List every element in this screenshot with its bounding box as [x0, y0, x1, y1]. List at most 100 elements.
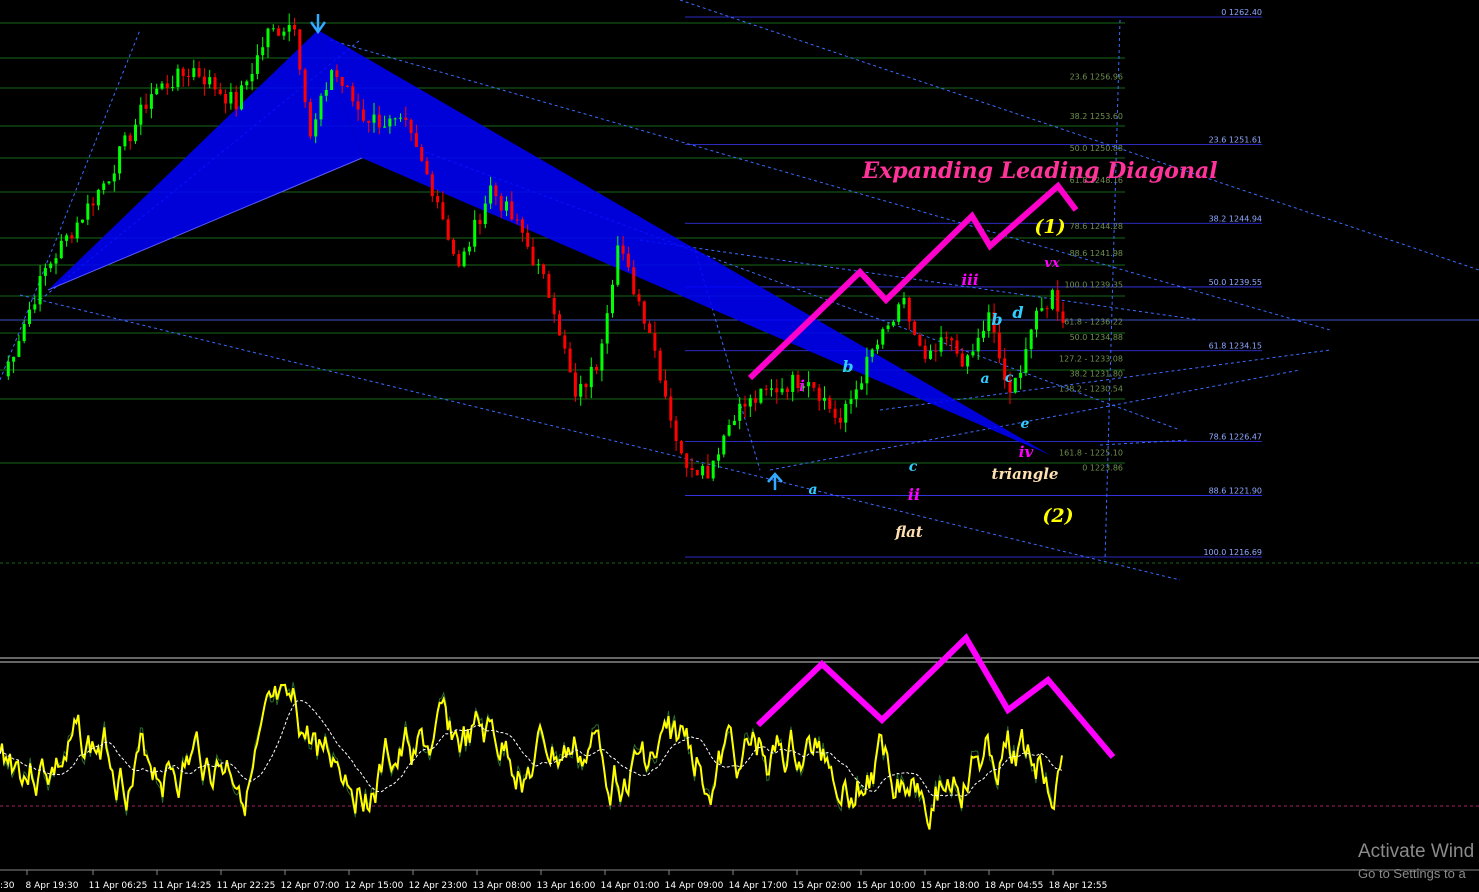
wave-label: c — [909, 459, 918, 475]
candle-body — [976, 337, 980, 352]
candle-body — [441, 202, 445, 220]
candle-body — [934, 350, 938, 352]
x-tick-label: 18 Apr 12:55 — [1049, 881, 1108, 891]
candle-body — [102, 183, 106, 190]
candle-body — [732, 420, 736, 426]
candle-body — [123, 135, 127, 147]
candle-body — [367, 120, 371, 123]
fib-level-label: 23.6 1256.96 — [1070, 72, 1123, 81]
candle-body — [1035, 310, 1038, 330]
fib-level-label: 78.6 1244.28 — [1070, 222, 1123, 231]
candle-body — [690, 468, 694, 470]
candle-body — [929, 350, 932, 359]
x-tick-label: 13 Apr 16:00 — [537, 881, 596, 891]
candle-body — [351, 86, 355, 102]
candle-body — [902, 297, 906, 305]
fib-level-label: 88.6 1241.98 — [1070, 249, 1123, 258]
candle-body — [542, 264, 546, 275]
candle-body — [218, 89, 222, 94]
candle-body — [250, 73, 254, 82]
fib-level-label: 0 1223.86 — [1082, 463, 1123, 472]
candle-body — [748, 398, 752, 407]
candle-body — [727, 425, 731, 436]
candle-body — [558, 314, 561, 336]
candle-body — [812, 382, 816, 388]
candle-body — [616, 245, 620, 285]
candle-body — [1024, 349, 1028, 373]
candle-body — [452, 239, 455, 255]
candle-body — [171, 87, 175, 89]
activate-windows-subtitle: Go to Settings to a — [1358, 866, 1466, 881]
candle-body — [552, 297, 556, 315]
wave-label: a — [980, 371, 989, 387]
fib-level-label: 50.0 1239.55 — [1209, 278, 1262, 287]
candle-body — [33, 304, 37, 310]
candle-body — [833, 408, 837, 418]
candle-body — [1013, 377, 1017, 393]
harmonic-pattern-xa — [48, 30, 362, 290]
candle-body — [356, 101, 360, 110]
candle-body — [377, 114, 381, 128]
candle-body — [330, 70, 334, 91]
candle-body — [589, 366, 593, 388]
wave-label: b — [842, 357, 853, 376]
candles — [6, 13, 1065, 482]
candle-body — [648, 323, 652, 334]
chart-window[interactable]: 0 1262.40 23.6 1251.61 38.2 1244.94 50.0 12… — [0, 0, 1479, 892]
trend-channel-line — [0, 29, 141, 381]
trend-channel-line — [1099, 439, 1191, 446]
candle-body — [520, 219, 524, 233]
candle-body — [430, 174, 434, 197]
candle-body — [197, 68, 201, 77]
harmonic-pattern-bc — [318, 30, 1050, 455]
wave-label: d — [1012, 303, 1023, 322]
x-tick-label: :30 — [0, 881, 15, 891]
candle-body — [944, 337, 948, 339]
candle-body — [584, 383, 588, 388]
fib-level-label: 100.0 1239.35 — [1064, 280, 1123, 289]
candle-body — [664, 380, 667, 397]
candle-body — [955, 340, 959, 354]
candle-body — [22, 324, 26, 342]
candle-body — [388, 118, 392, 127]
candle-body — [881, 329, 885, 345]
candle-body — [187, 75, 190, 77]
candle-body — [404, 117, 408, 120]
candle-body — [499, 196, 503, 211]
candle-body — [277, 28, 281, 36]
candle-body — [632, 267, 636, 295]
candle-body — [743, 403, 747, 407]
wave-label: b — [991, 310, 1002, 329]
wave-label: flat — [894, 523, 923, 541]
candle-body — [849, 399, 853, 404]
x-tick-label: 11 Apr 14:25 — [153, 881, 212, 891]
wave-label: c — [1005, 370, 1014, 386]
candle-body — [595, 366, 599, 371]
candle-body — [346, 85, 349, 87]
candle-body — [81, 219, 84, 223]
candle-body — [155, 88, 159, 95]
x-tick-label: 13 Apr 08:00 — [473, 881, 532, 891]
candle-body — [579, 383, 583, 397]
fib-level-label: 78.6 1226.47 — [1209, 432, 1262, 441]
candle-body — [1019, 372, 1023, 378]
fib-level-label: 50.0 1234.88 — [1070, 333, 1123, 342]
x-tick-label: 15 Apr 10:00 — [857, 881, 916, 891]
candle-body — [854, 389, 858, 400]
candle-body — [436, 196, 440, 203]
price-chart[interactable]: 0 1262.40 23.6 1251.61 38.2 1244.94 50.0 12… — [0, 0, 1479, 892]
x-tick-label: 8 Apr 19:30 — [26, 881, 79, 891]
wave-label: iii — [961, 271, 978, 289]
candle-body — [144, 104, 148, 109]
x-tick-label: 12 Apr 23:00 — [409, 881, 468, 891]
x-tick-label: 11 Apr 22:25 — [217, 881, 276, 891]
candle-body — [75, 222, 79, 239]
candle-body — [202, 76, 206, 85]
candle-body — [340, 76, 344, 86]
candle-body — [907, 297, 911, 322]
candle-body — [785, 388, 789, 393]
candle-body — [626, 253, 630, 268]
candle-body — [70, 235, 74, 239]
candle-body — [399, 117, 402, 119]
candle-body — [118, 146, 122, 174]
